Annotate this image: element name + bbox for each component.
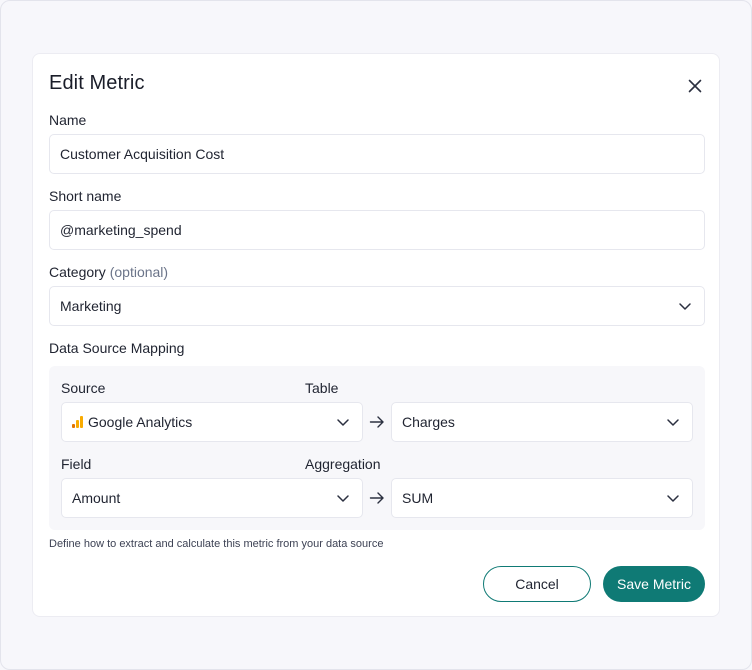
chevron-down-icon [679,303,691,310]
arrow-right-icon [369,492,384,504]
table-value: Charges [402,414,455,430]
chevron-down-icon [667,419,679,426]
chevron-down-icon [337,495,349,502]
arrow-right-icon [369,416,384,428]
cancel-button[interactable]: Cancel [483,566,591,602]
table-select[interactable]: Charges [391,402,693,442]
field-label: Field [61,456,92,472]
name-value: Customer Acquisition Cost [60,146,225,162]
google-analytics-icon [72,416,83,428]
chevron-down-icon [337,419,349,426]
short-name-value: @marketing_spend [60,222,182,238]
source-select[interactable]: Google Analytics [61,402,363,442]
source-value: Google Analytics [88,414,193,430]
mapping-panel: Source Table Google Analytics Charges Fi… [49,366,705,530]
source-label: Source [61,380,106,396]
close-button[interactable] [683,74,707,98]
aggregation-select[interactable]: SUM [391,478,693,518]
chevron-down-icon [667,495,679,502]
close-icon [688,79,702,93]
short-name-input[interactable]: @marketing_spend [49,210,705,250]
field-value: Amount [72,490,121,506]
aggregation-value: SUM [402,490,434,506]
mapping-help-text: Define how to extract and calculate this… [49,538,384,550]
category-label-text: Category [49,264,106,280]
mapping-title: Data Source Mapping [49,340,185,356]
category-value: Marketing [60,298,122,314]
short-name-label: Short name [49,188,122,204]
name-input[interactable]: Customer Acquisition Cost [49,134,705,174]
name-label: Name [49,112,87,128]
category-label: Category (optional) [49,264,168,280]
optional-hint: (optional) [109,264,169,280]
category-select[interactable]: Marketing [49,286,705,326]
field-select[interactable]: Amount [61,478,363,518]
aggregation-label: Aggregation [305,456,381,472]
save-metric-button[interactable]: Save Metric [603,566,705,602]
dialog-title: Edit Metric [49,72,145,94]
table-label: Table [305,380,339,396]
edit-metric-dialog: Edit Metric Name Customer Acquisition Co… [32,53,720,617]
